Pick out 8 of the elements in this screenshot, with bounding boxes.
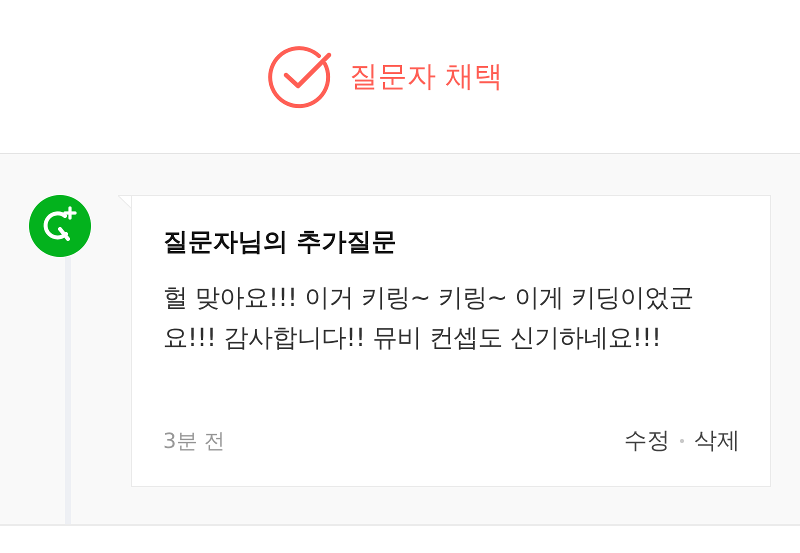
comment-title: 질문자님의 추가질문: [163, 226, 398, 258]
timestamp: 3분 전: [163, 428, 226, 454]
adopt-label: 질문자 채택: [348, 58, 504, 94]
comment-body: 헐 맞아요!!! 이거 키링~ 키링~ 이게 키딩이었군요!!! 감사합니다!! 뮤비 컨셉도 신기하네요!!!: [163, 282, 695, 354]
action-link[interactable]: 수정: [624, 425, 670, 456]
question-plus-icon: [29, 195, 91, 257]
separator-dot: [680, 438, 684, 442]
action-link[interactable]: 삭제: [694, 425, 740, 456]
